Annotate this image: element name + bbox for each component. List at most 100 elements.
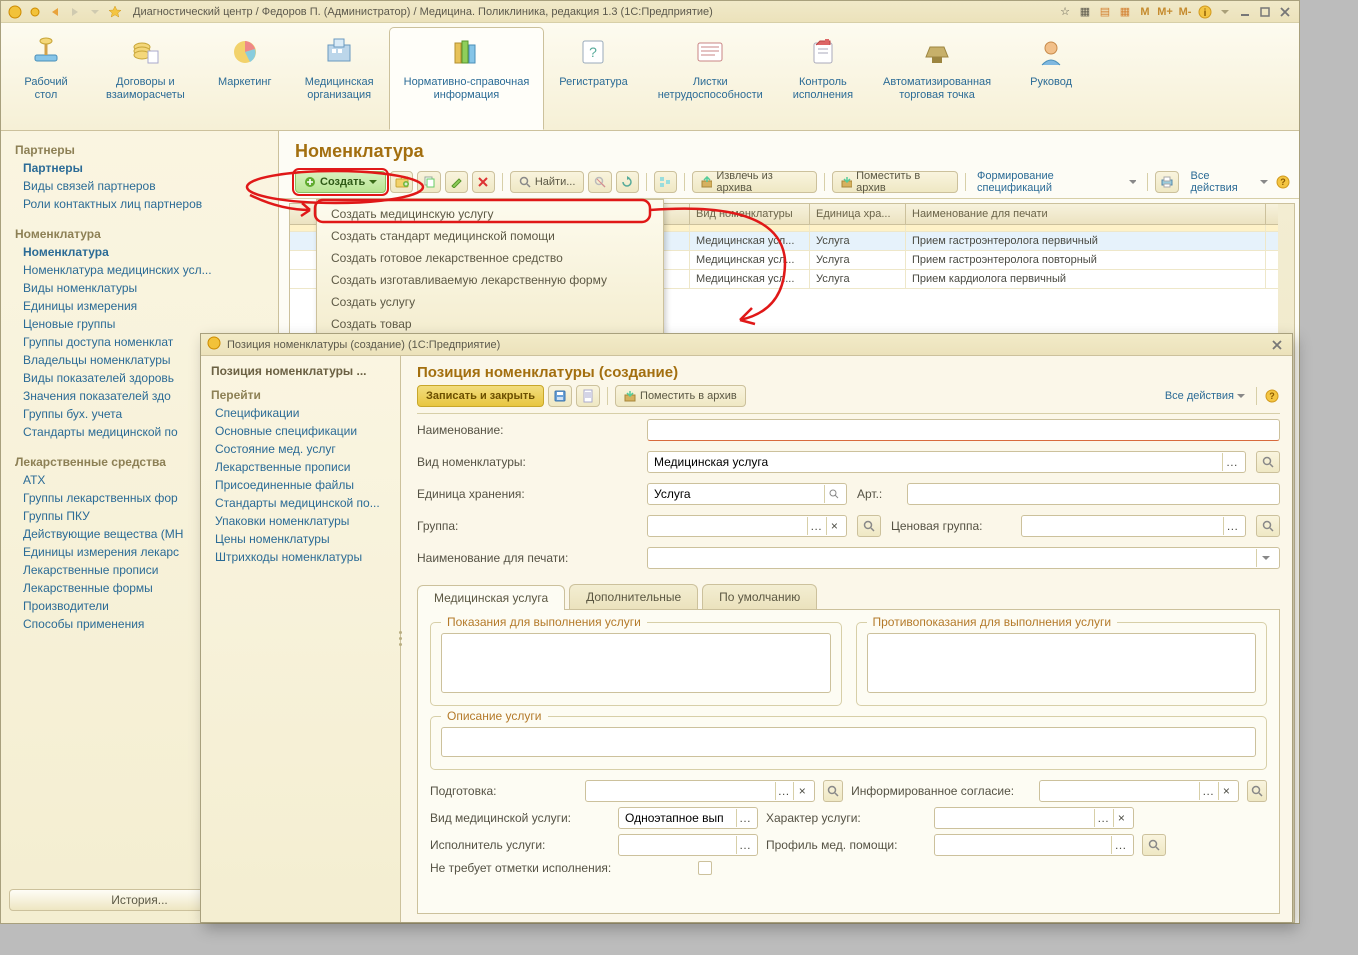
indications-text[interactable] <box>441 633 831 693</box>
clear-icon[interactable]: × <box>793 782 810 800</box>
chevron-down-icon[interactable] <box>1256 549 1275 567</box>
ellipsis-icon[interactable]: … <box>1222 453 1241 471</box>
name-input[interactable] <box>647 419 1280 441</box>
nav-back-icon[interactable] <box>47 4 63 20</box>
ellipsis-icon[interactable]: … <box>1199 782 1215 800</box>
prep-input[interactable]: …× <box>585 780 815 802</box>
help-icon[interactable]: i <box>1197 4 1213 20</box>
kind-input[interactable]: … <box>647 451 1246 473</box>
dropdown-item[interactable]: Создать услугу <box>317 291 663 313</box>
extract-button[interactable]: Извлечь из архива <box>692 171 817 193</box>
win-close-icon[interactable] <box>1277 4 1293 20</box>
ellipsis-icon[interactable]: … <box>807 517 823 535</box>
copy-button[interactable] <box>417 171 440 193</box>
tree-mode-button[interactable] <box>654 171 677 193</box>
ellipsis-icon[interactable]: … <box>736 809 753 827</box>
dialog-tab[interactable]: Медицинская услуга <box>417 585 565 610</box>
tb-calc-icon[interactable]: ▤ <box>1097 4 1113 20</box>
dialog-nav-link[interactable]: Цены номенклатуры <box>201 530 400 548</box>
contra-text[interactable] <box>867 633 1257 693</box>
section-tab[interactable]: ?Регистратура <box>544 27 642 130</box>
dialog-nav-link[interactable]: Основные спецификации <box>201 422 400 440</box>
section-tab[interactable]: Листки нетрудоспособности <box>643 27 778 130</box>
med-kind-input[interactable]: … <box>618 807 758 829</box>
pricegroup-lookup-icon[interactable] <box>1256 515 1280 537</box>
desc-text[interactable] <box>441 727 1256 757</box>
print-button[interactable] <box>1155 171 1178 193</box>
nav-link[interactable]: Виды номенклатуры <box>1 279 278 297</box>
section-tab[interactable]: Медицинская организация <box>290 27 389 130</box>
dropdown-item[interactable]: Создать медицинскую услугу <box>317 203 663 225</box>
section-tab[interactable]: Руковод <box>1006 27 1096 130</box>
consent-lookup-icon[interactable] <box>1247 780 1267 802</box>
unit-input[interactable] <box>647 483 847 505</box>
dialog-nav-link[interactable]: Штрихкоды номенклатуры <box>201 548 400 566</box>
dialog-close-icon[interactable] <box>1268 336 1286 354</box>
ellipsis-icon[interactable]: … <box>1223 517 1241 535</box>
dialog-tab[interactable]: По умолчанию <box>702 584 817 609</box>
win-min-icon[interactable] <box>1237 4 1253 20</box>
nav-fwd-menu-icon[interactable] <box>87 4 103 20</box>
prep-lookup-icon[interactable] <box>823 780 843 802</box>
ellipsis-icon[interactable]: … <box>1094 809 1110 827</box>
create-button[interactable]: Создать <box>295 171 386 193</box>
section-tab[interactable]: Рабочий стол <box>1 27 91 130</box>
save-close-button[interactable]: Записать и закрыть <box>417 385 544 407</box>
dropdown-item[interactable]: Создать готовое лекарственное средство <box>317 247 663 269</box>
column-header[interactable]: Вид номенклатуры <box>690 204 810 224</box>
group-lookup-icon[interactable] <box>857 515 881 537</box>
find-button[interactable]: Найти... <box>510 171 585 193</box>
section-tab[interactable]: Нормативно-справочная информация <box>389 27 545 130</box>
nav-link[interactable]: Номенклатура медицинских усл... <box>1 261 278 279</box>
refresh-button[interactable] <box>616 171 639 193</box>
archive-button[interactable]: Поместить в архив <box>832 171 958 193</box>
dialog-splitter[interactable] <box>394 358 406 918</box>
spec-menu[interactable]: Формирование спецификаций <box>973 170 1140 194</box>
printname-input[interactable] <box>647 547 1280 569</box>
tb-grid-icon[interactable]: ▦ <box>1077 4 1093 20</box>
dlg-archive-button[interactable]: Поместить в архив <box>615 385 746 407</box>
help-icon[interactable]: ? <box>1264 388 1280 404</box>
search-icon[interactable] <box>824 485 842 503</box>
mem-mplus[interactable]: M+ <box>1157 4 1173 20</box>
nav-fwd-icon[interactable] <box>67 4 83 20</box>
all-actions-menu[interactable]: Все действия <box>1187 170 1272 194</box>
dropdown-item[interactable]: Создать стандарт медицинской помощи <box>317 225 663 247</box>
delete-button[interactable] <box>472 171 495 193</box>
nav-link[interactable]: Виды связей партнеров <box>1 177 278 195</box>
nav-link[interactable]: Ценовые группы <box>1 315 278 333</box>
win-max-icon[interactable] <box>1257 4 1273 20</box>
dialog-nav-link[interactable]: Присоединенные файлы <box>201 476 400 494</box>
nav-link[interactable]: Единицы измерения <box>1 297 278 315</box>
dialog-nav-link[interactable]: Упаковки номенклатуры <box>201 512 400 530</box>
performer-input[interactable]: … <box>618 834 758 856</box>
dlg-all-actions[interactable]: Все действия <box>1161 390 1249 402</box>
consent-input[interactable]: …× <box>1039 780 1239 802</box>
ellipsis-icon[interactable]: … <box>775 782 792 800</box>
section-tab[interactable]: Маркетинг <box>200 27 290 130</box>
favorite-star-icon[interactable] <box>107 4 123 20</box>
section-tab[interactable]: Контроль исполнения <box>778 27 868 130</box>
profile-lookup-icon[interactable] <box>1142 834 1166 856</box>
profile-input[interactable]: … <box>934 834 1134 856</box>
ellipsis-icon[interactable]: … <box>1111 836 1129 854</box>
kind-lookup-icon[interactable] <box>1256 451 1280 473</box>
char-input[interactable]: …× <box>934 807 1134 829</box>
clear-icon[interactable]: × <box>826 517 842 535</box>
dropdown-item[interactable]: Создать товар <box>317 313 663 335</box>
save-button[interactable] <box>548 385 572 407</box>
dialog-nav-link[interactable]: Состояние мед. услуг <box>201 440 400 458</box>
mem-mminus[interactable]: M- <box>1177 4 1193 20</box>
column-header[interactable]: Наименование для печати <box>906 204 1266 224</box>
art-input[interactable] <box>907 483 1280 505</box>
dialog-nav-link[interactable]: Стандарты медицинской по... <box>201 494 400 512</box>
help-icon[interactable]: ? <box>1276 174 1291 190</box>
column-header[interactable]: Единица хра... <box>810 204 906 224</box>
edit-button[interactable] <box>445 171 468 193</box>
clear-find-button[interactable] <box>588 171 611 193</box>
nav-link[interactable]: Партнеры <box>1 159 278 177</box>
tb-calendar-icon[interactable]: ▦ <box>1117 4 1133 20</box>
nav-link[interactable]: Роли контактных лиц партнеров <box>1 195 278 213</box>
dropdown-icon[interactable] <box>27 4 43 20</box>
help-menu-icon[interactable] <box>1217 4 1233 20</box>
